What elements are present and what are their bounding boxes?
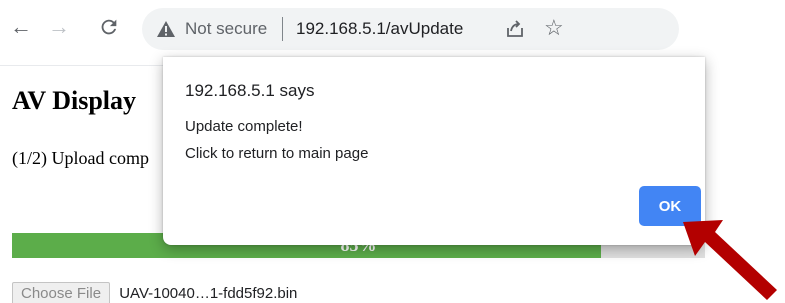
dialog-message-line: Update complete! [185,118,303,135]
selected-file-name: UAV-10040…1-fdd5f92.bin [119,285,298,302]
upload-status-text: (1/2) Upload comp [12,148,149,168]
bookmark-star-icon[interactable]: ☆ [544,14,564,42]
reload-icon[interactable] [96,14,122,40]
security-status-label[interactable]: Not secure [185,19,267,39]
page-title: AV Display [12,86,137,115]
red-arrow-annotation [683,220,777,300]
omnibox-separator [282,17,283,41]
url-text[interactable]: 192.168.5.1/avUpdate [296,19,463,39]
warning-triangle-icon[interactable] [156,19,176,39]
file-input: Choose File UAV-10040…1-fdd5f92.bin [12,282,297,303]
alert-dialog: 192.168.5.1 says Update complete! Click … [163,57,705,245]
choose-file-button[interactable]: Choose File [12,282,111,303]
dialog-title: 192.168.5.1 says [185,81,315,100]
back-arrow-icon[interactable]: ← [8,14,34,40]
address-bar[interactable]: Not secure 192.168.5.1/avUpdate ☆ [142,8,679,50]
dialog-message-line: Click to return to main page [185,145,369,162]
forward-arrow-icon[interactable]: → [46,14,72,40]
share-icon[interactable] [504,18,526,40]
